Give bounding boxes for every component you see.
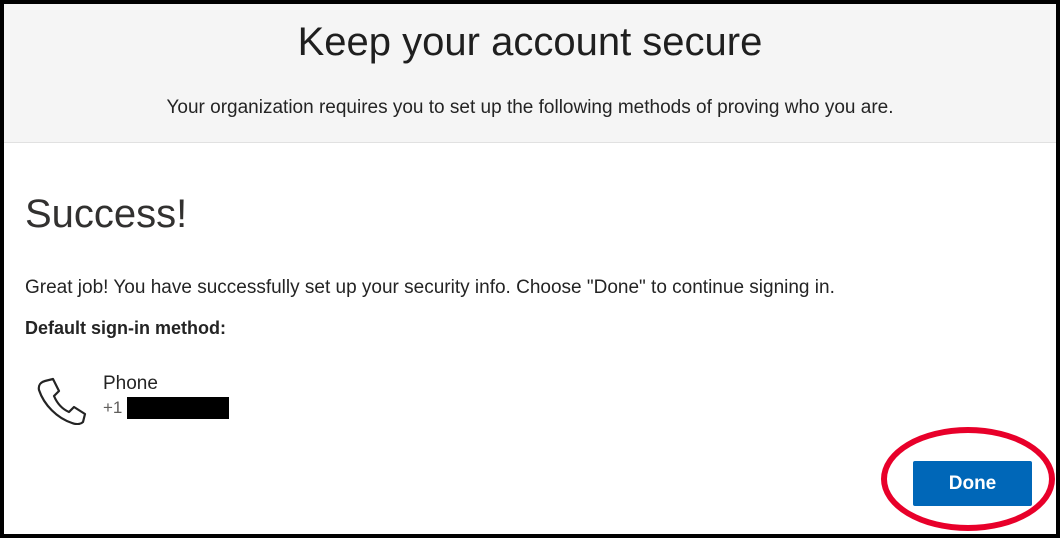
redacted-number [127, 397, 230, 419]
phone-number-prefix: +1 [103, 398, 123, 417]
page-subtitle: Your organization requires you to set up… [166, 97, 894, 118]
page-title: Keep your account secure [297, 20, 763, 64]
success-heading: Success! [25, 192, 188, 236]
method-number: +1 [103, 397, 230, 419]
page-header: Keep your account secure Your organizati… [4, 4, 1056, 143]
method-name: Phone [103, 373, 158, 394]
dialog-frame: Keep your account secure Your organizati… [4, 4, 1056, 534]
done-button[interactable]: Done [913, 461, 1032, 506]
success-message: Great job! You have successfully set up … [25, 277, 835, 298]
phone-icon [37, 377, 87, 425]
default-method-label: Default sign-in method: [25, 318, 226, 338]
